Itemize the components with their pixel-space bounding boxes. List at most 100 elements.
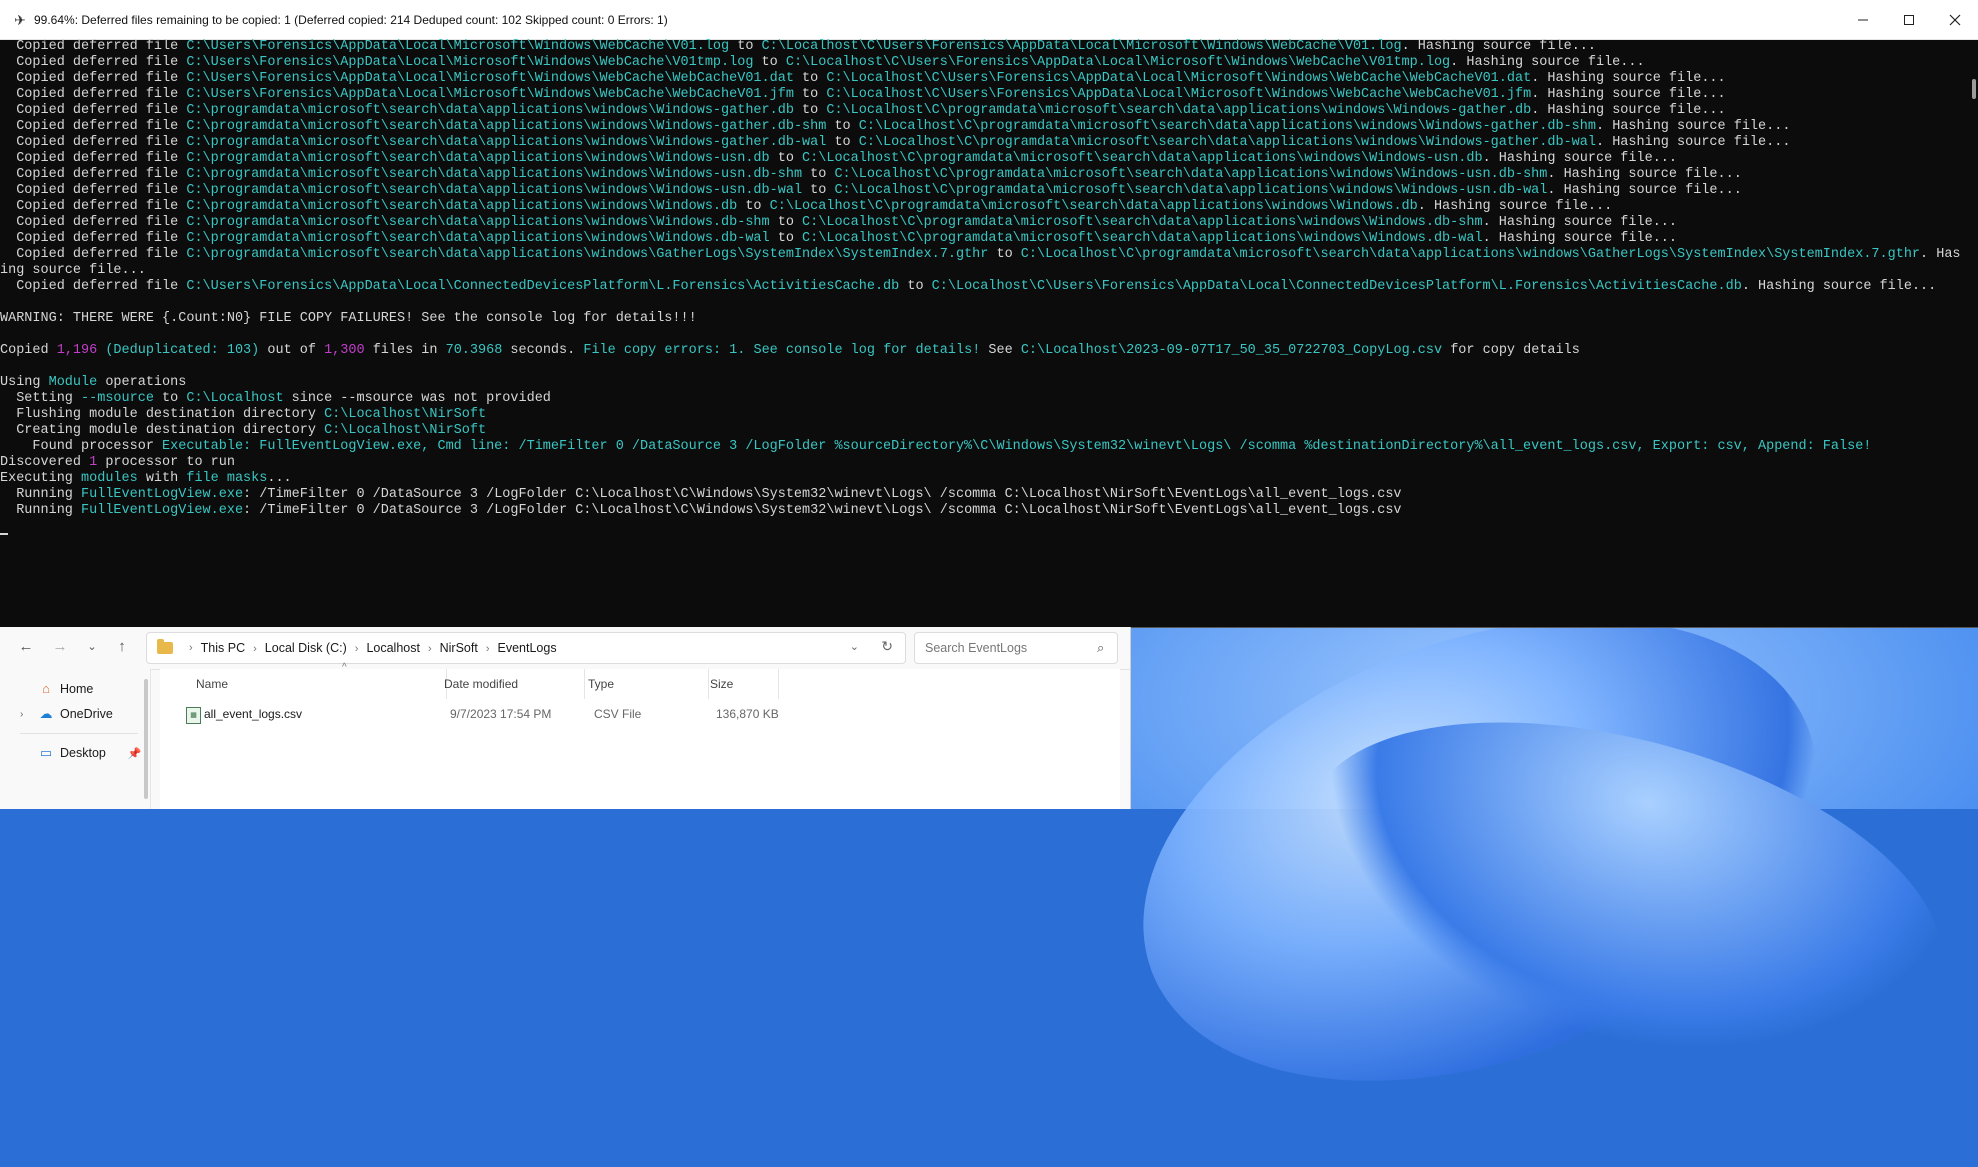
terminal-titlebar[interactable]: ✈ 99.64%: Deferred files remaining to be… <box>0 0 1978 40</box>
console-text: C:\Localhost\C\programdata\microsoft\sea… <box>802 231 1483 246</box>
recent-locations-chevron-icon[interactable]: ⌄ <box>80 635 104 659</box>
console-text: C:\programdata\microsoft\search\data\app… <box>186 103 794 118</box>
console-text: to <box>826 119 859 134</box>
console-text: to <box>769 231 803 246</box>
console-line: Copied deferred file C:\Users\Forensics\… <box>0 87 1960 103</box>
console-text: out of <box>259 343 325 358</box>
maximize-icon <box>1904 14 1914 25</box>
console-text: 1,300 <box>324 343 365 358</box>
console-text: . Hash <box>1920 247 1960 262</box>
forward-arrow-icon[interactable]: → <box>48 635 72 659</box>
column-header-date[interactable]: Date modified <box>444 669 585 699</box>
console-text: C:\Users\Forensics\AppData\Local\Microso… <box>186 39 730 54</box>
console-text: C:\Users\Forensics\AppData\Local\Connect… <box>186 279 900 294</box>
console-line: Copied deferred file C:\programdata\micr… <box>0 215 1960 231</box>
console-text: Running <box>0 503 82 518</box>
console-line: Setting --msource to C:\Localhost since … <box>0 391 1960 407</box>
file-date: 9/7/2023 17:54 PM <box>450 707 552 721</box>
console-line: Copied deferred file C:\programdata\micr… <box>0 183 1960 199</box>
nav-scrollbar[interactable] <box>144 679 148 799</box>
up-arrow-icon[interactable]: ↑ <box>110 635 134 659</box>
console-text: C:\Localhost\C\programdata\microsoft\sea… <box>802 215 1483 230</box>
address-bar[interactable]: › This PC › Local Disk (C:) › Localhost › NirS… <box>146 632 906 664</box>
console-text: Found processor <box>0 439 163 454</box>
breadcrumb-item[interactable]: Local Disk (C:) <box>265 641 347 655</box>
console-text: for copy details <box>1442 343 1580 358</box>
console-text: C:\Localhost\C\Users\Forensics\AppData\L… <box>785 55 1451 70</box>
console-line: Using Module operations <box>0 375 1960 391</box>
console-scrollbar[interactable] <box>1972 79 1976 99</box>
console-line: Copied deferred file C:\programdata\micr… <box>0 151 1960 167</box>
chevron-right-icon: › <box>354 643 359 655</box>
console-text: C:\Localhost\C\programdata\microsoft\sea… <box>834 167 1548 182</box>
console-line: Copied deferred file C:\Users\Forensics\… <box>0 39 1960 55</box>
console-text: C:\Localhost\C\programdata\microsoft\sea… <box>834 183 1548 198</box>
console-text: Executable: FullEventLogView.exe, Cmd li… <box>162 439 1872 454</box>
console-text: with <box>137 471 187 486</box>
console-text: to <box>988 247 1021 262</box>
maximize-button[interactable] <box>1886 0 1932 39</box>
console-text: Copied deferred file <box>0 71 187 86</box>
minimize-button[interactable] <box>1840 0 1886 39</box>
console-text: Creating module destination directory <box>0 423 325 438</box>
pin-icon[interactable]: 📌 <box>128 747 142 760</box>
console-line: Copied deferred file C:\Users\Forensics\… <box>0 55 1960 71</box>
console-text: . Hashing source file... <box>1596 135 1791 150</box>
nav-item-desktop[interactable]: ▭ Desktop 📌 <box>20 741 142 765</box>
console-text: . Hashing source file... <box>1401 39 1596 54</box>
nav-item-onedrive[interactable]: › ☁ OneDrive <box>20 702 113 726</box>
back-arrow-icon[interactable]: ← <box>14 635 38 659</box>
column-header-size[interactable]: Size <box>710 669 779 699</box>
console-text: Copied deferred file <box>0 87 187 102</box>
console-text: since --msource was not provided <box>283 391 551 406</box>
text-cursor <box>0 533 8 535</box>
file-explorer-window[interactable]: ← → ⌄ ↑ › This PC › Local Disk (C:) › Localh… <box>0 627 1131 809</box>
window-title: 99.64%: Deferred files remaining to be c… <box>34 12 668 27</box>
console-text: C:\Localhost\C\Users\Forensics\AppData\L… <box>761 39 1402 54</box>
chevron-down-icon[interactable]: ⌄ <box>850 640 859 653</box>
console-text: . Hashing source file... <box>1596 119 1791 134</box>
search-box[interactable]: Search EventLogs ⌕ <box>914 632 1118 664</box>
refresh-icon[interactable]: ↻ <box>881 638 893 655</box>
close-button[interactable] <box>1932 0 1978 39</box>
console-line: Discovered 1 processor to run <box>0 455 1960 471</box>
desktop-icon: ▭ <box>39 745 53 760</box>
console-text: C:\Users\Forensics\AppData\Local\Microso… <box>186 71 794 86</box>
nav-item-home[interactable]: ⌂ Home <box>20 677 93 701</box>
column-header-type[interactable]: Type <box>588 669 709 699</box>
console-line: WARNING: THERE WERE {.Count:N0} FILE COP… <box>0 311 1960 327</box>
console-text: Module <box>48 375 98 390</box>
column-header-name[interactable]: ^ Name <box>196 662 447 699</box>
chevron-right-icon: › <box>189 642 193 654</box>
breadcrumb-item[interactable]: This PC <box>201 641 245 655</box>
breadcrumb-item[interactable]: Localhost <box>366 641 420 655</box>
console-line: Copied deferred file C:\programdata\micr… <box>0 103 1960 119</box>
console-text: Copied deferred file <box>0 103 187 118</box>
console-text: Discovered <box>0 455 90 470</box>
chevron-right-icon: › <box>427 643 432 655</box>
console-text: to <box>826 135 859 150</box>
nav-item-label: OneDrive <box>60 707 113 721</box>
terminal-window[interactable]: ✈ 99.64%: Deferred files remaining to be… <box>0 0 1978 628</box>
search-input[interactable]: Search EventLogs <box>915 641 1097 655</box>
console-output[interactable]: Copied deferred file C:\Users\Forensics\… <box>0 39 1960 625</box>
console-text: processor to run <box>97 455 235 470</box>
console-text: to <box>802 183 835 198</box>
chevron-right-icon[interactable]: › <box>20 709 34 720</box>
file-row[interactable]: ▦ all_event_logs.csv 9/7/2023 17:54 PM C… <box>184 699 944 729</box>
console-line: Copied deferred file C:\programdata\micr… <box>0 247 1960 263</box>
breadcrumb-item[interactable]: NirSoft <box>440 641 478 655</box>
console-text: C:\Localhost\C\programdata\microsoft\sea… <box>858 135 1596 150</box>
console-text: . Hashing source file... <box>1531 87 1726 102</box>
console-text: : /TimeFilter 0 /DataSource 3 /LogFolder… <box>243 503 1402 518</box>
console-text: C:\Users\Forensics\AppData\Local\Microso… <box>186 87 794 102</box>
console-text: C:\Users\Forensics\AppData\Local\Microso… <box>186 55 754 70</box>
console-line: Flushing module destination directory C:… <box>0 407 1960 423</box>
home-icon: ⌂ <box>42 681 50 696</box>
console-text: ... <box>267 471 292 486</box>
console-line: Running FullEventLogView.exe: /TimeFilte… <box>0 503 1960 519</box>
console-text: . Hashing source file... <box>1482 215 1677 230</box>
breadcrumb-item[interactable]: EventLogs <box>498 641 557 655</box>
file-list[interactable]: ^ Name Date modified Type Size ▦ all_eve… <box>160 662 1120 809</box>
